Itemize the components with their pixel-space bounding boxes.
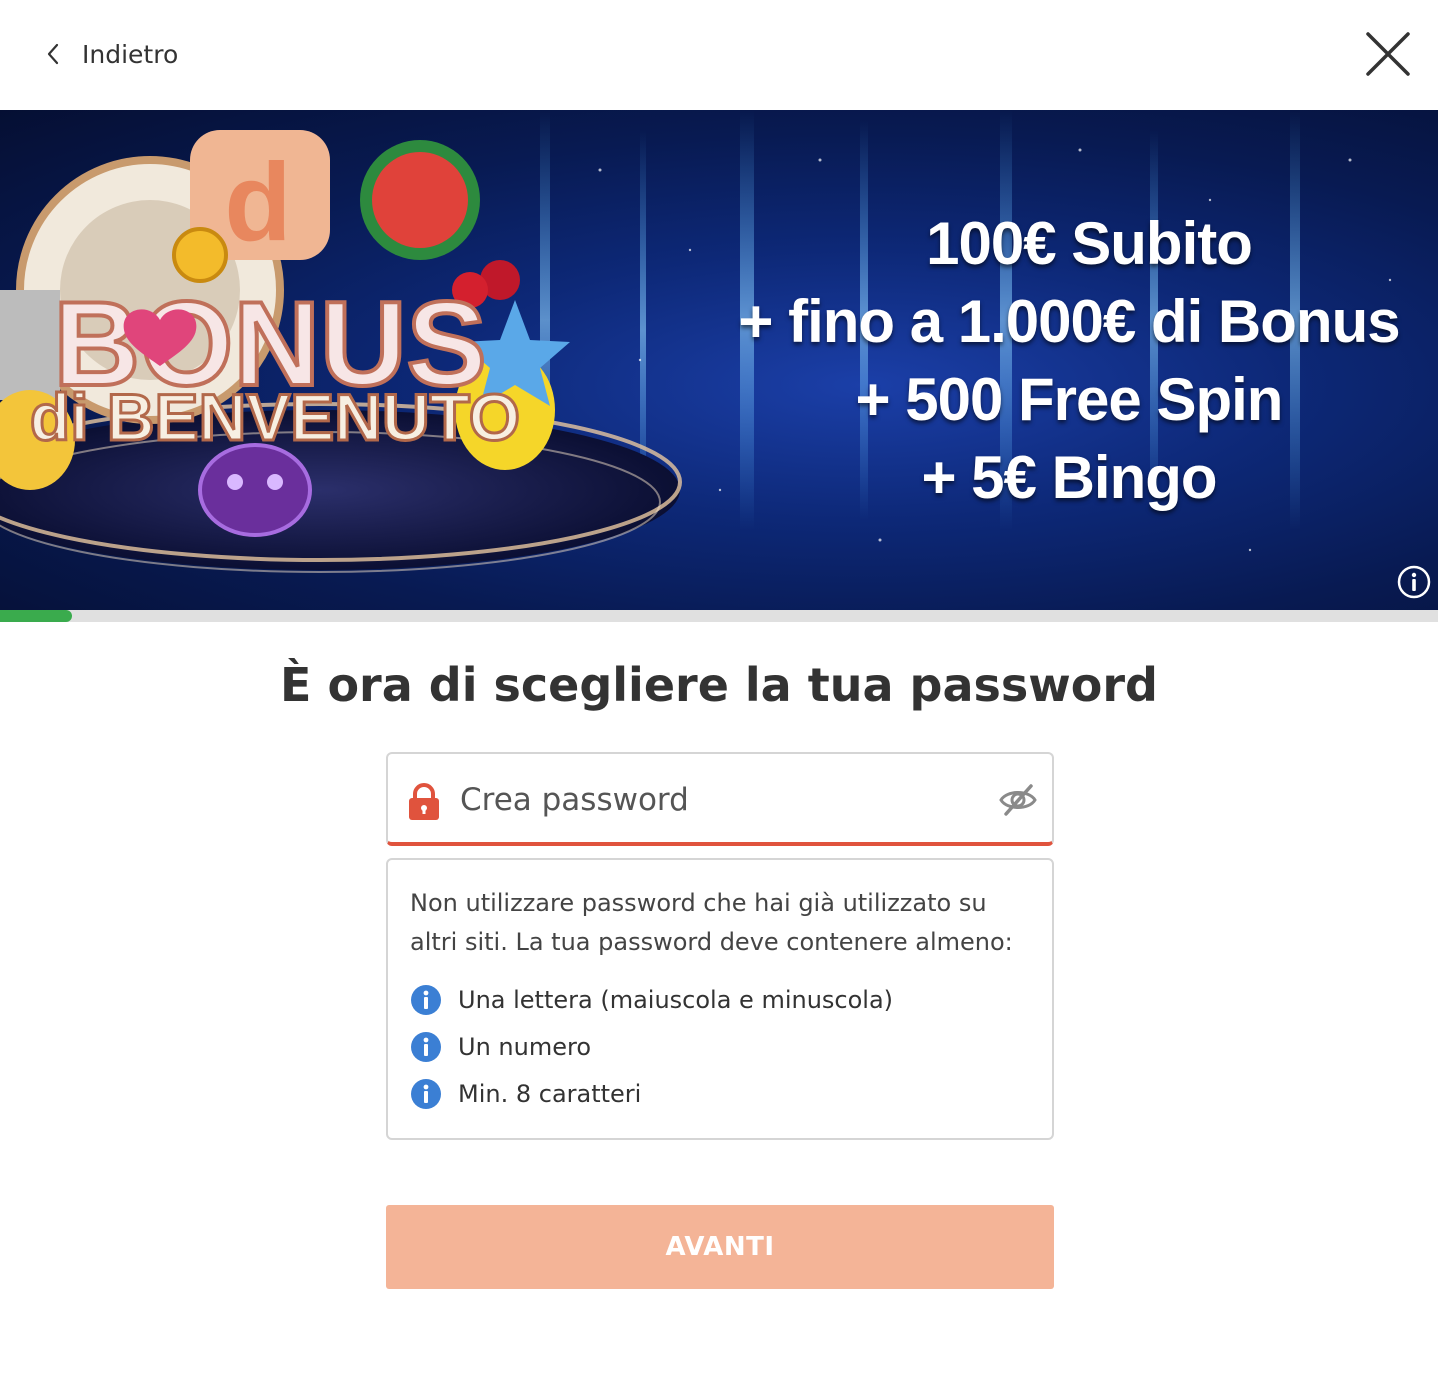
top-bar: Indietro: [0, 0, 1438, 110]
password-rules: Non utilizzare password che hai già util…: [386, 858, 1054, 1140]
password-field[interactable]: [386, 752, 1054, 846]
rule-item: Un numero: [410, 1023, 1030, 1070]
password-input[interactable]: [460, 772, 980, 828]
password-rules-intro: Non utilizzare password che hai già util…: [410, 889, 1013, 956]
svg-text:d: d: [224, 141, 291, 264]
rule-item: Min. 8 caratteri: [410, 1070, 1030, 1117]
info-icon: [411, 1031, 441, 1062]
close-icon[interactable]: [1362, 28, 1414, 80]
eye-off-icon[interactable]: [998, 780, 1038, 820]
page-title-prefix: È ora di scegliere la tua: [280, 658, 910, 712]
back-label: Indietro: [82, 39, 179, 69]
banner-offer-text: 100€ Subito + fino a 1.000€ di Bonus + 5…: [700, 205, 1438, 517]
progress-bar: [0, 610, 1438, 622]
page-title-bold: password: [909, 658, 1158, 712]
rule-label: Min. 8 caratteri: [458, 1079, 642, 1108]
page-title: È ora di scegliere la tua password: [0, 658, 1438, 712]
banner-line-4: + 5€ Bingo: [921, 444, 1217, 511]
banner-line-1: 100€ Subito: [926, 210, 1253, 277]
info-circle-icon[interactable]: [1396, 564, 1432, 600]
rule-item: Una lettera (maiuscola e minuscola): [410, 976, 1030, 1023]
password-rules-list: Una lettera (maiuscola e minuscola) Un n…: [410, 976, 1030, 1117]
promo-banner[interactable]: d BONUS di BENVENUTO 100€ Subito + fino …: [0, 110, 1438, 610]
chevron-left-icon: [47, 43, 59, 65]
back-button[interactable]: Indietro: [44, 30, 178, 78]
rule-label: Un numero: [458, 1032, 591, 1061]
info-icon: [411, 1078, 441, 1109]
rule-label: Una lettera (maiuscola e minuscola): [458, 985, 894, 1014]
banner-line-2: + fino a 1.000€ di Bonus: [738, 288, 1400, 355]
banner-line-3: + 500 Free Spin: [855, 366, 1284, 433]
progress-fill: [0, 610, 72, 622]
info-icon: [411, 984, 441, 1015]
lock-icon: [409, 783, 439, 820]
banner-logo-subtitle: di BENVENUTO: [30, 380, 520, 454]
avanti-button[interactable]: AVANTI: [386, 1205, 1054, 1289]
